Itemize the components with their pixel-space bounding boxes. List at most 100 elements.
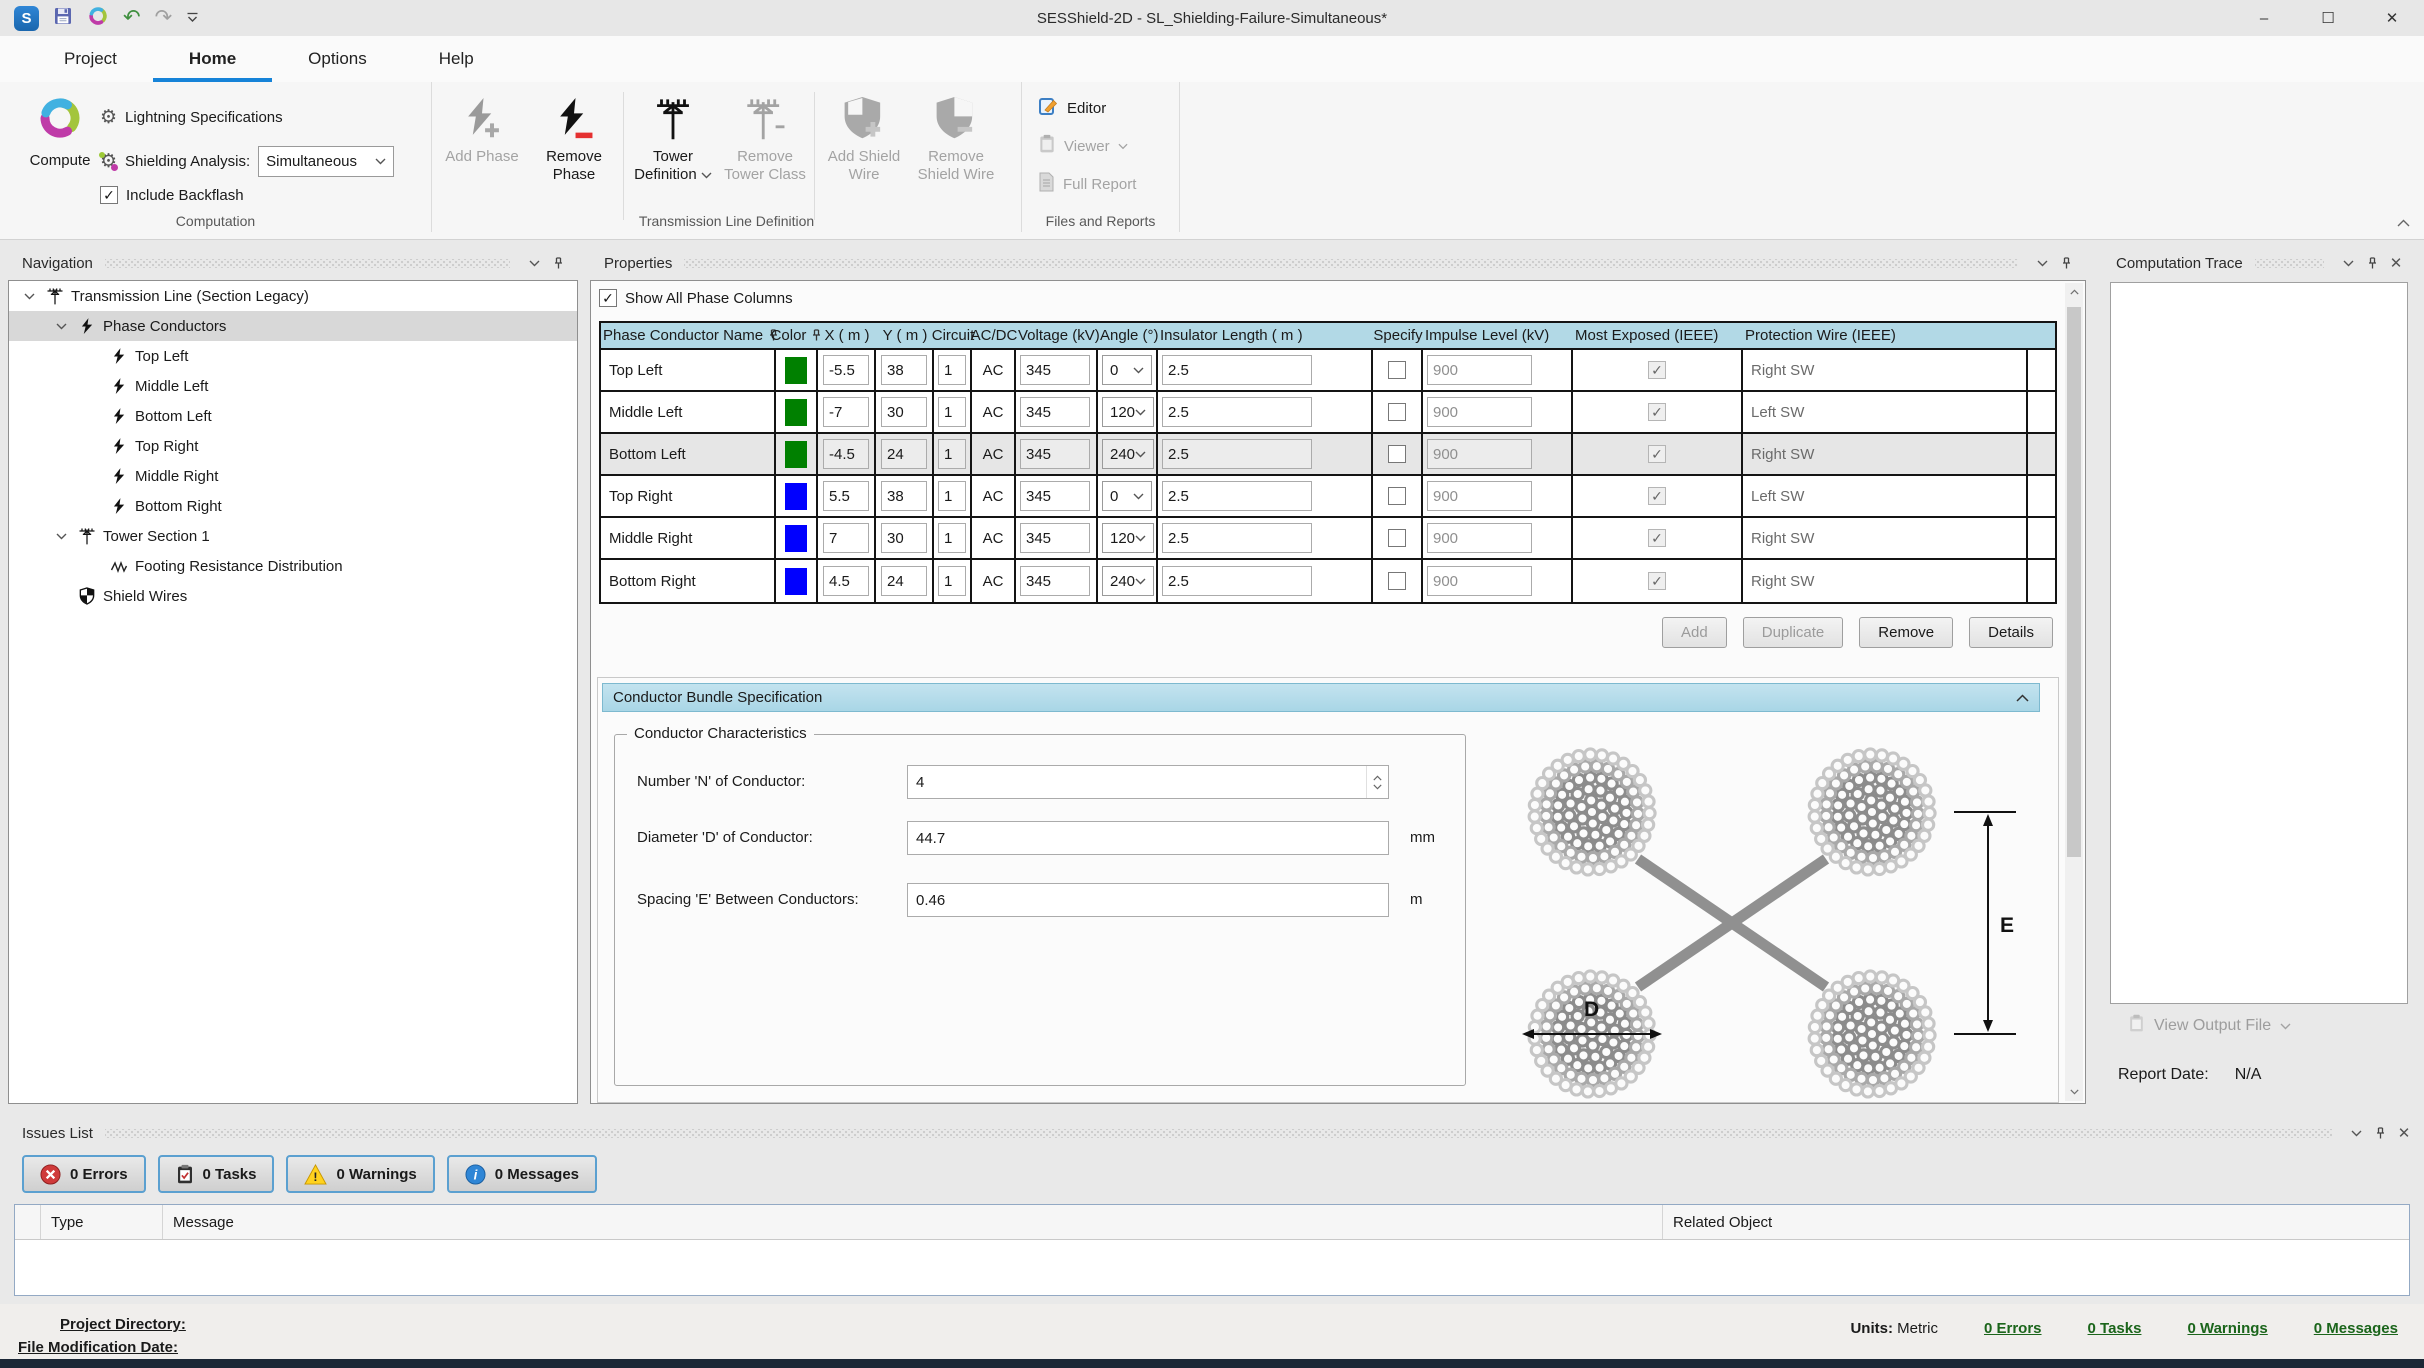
compute-button[interactable]: Compute <box>18 94 102 169</box>
phase-row-bottom-right[interactable]: Bottom RightAC240Right SW <box>601 560 2055 602</box>
customize-toolbar-icon[interactable] <box>186 10 199 27</box>
duplicate-button[interactable]: Duplicate <box>1743 617 1844 648</box>
specify-checkbox[interactable] <box>1388 529 1406 547</box>
add-phase-button[interactable]: Add Phase <box>436 88 528 166</box>
column-header-most-exposed-ieee[interactable]: Most Exposed (IEEE) <box>1573 323 1743 348</box>
column-header-x-m[interactable]: X ( m ) <box>818 323 876 348</box>
column-header-color[interactable]: Color <box>776 323 818 348</box>
insulator-length-input[interactable] <box>1162 439 1312 469</box>
color-swatch[interactable] <box>785 483 807 510</box>
project-directory-label[interactable]: Project Directory: <box>60 1316 186 1333</box>
tower-definition-button[interactable]: Tower Definition <box>627 88 719 184</box>
show-all-phase-columns-checkbox[interactable] <box>599 289 617 307</box>
tasks-filter-button[interactable]: 0 Tasks <box>158 1155 275 1193</box>
tree-item-shield-wires[interactable]: Shield Wires <box>9 581 577 611</box>
color-swatch[interactable] <box>785 357 807 384</box>
tab-project[interactable]: Project <box>28 36 153 82</box>
insulator-length-input[interactable] <box>1162 355 1312 385</box>
panel-menu-chevron-icon[interactable] <box>2030 251 2054 275</box>
insulator-length-input[interactable] <box>1162 481 1312 511</box>
redo-icon[interactable]: ↷ <box>155 8 173 28</box>
full-report-button[interactable]: Full Report <box>1038 172 1136 196</box>
spinner-down-icon[interactable] <box>1373 784 1382 790</box>
scroll-up-icon[interactable] <box>2065 283 2083 301</box>
save-icon[interactable] <box>53 6 73 30</box>
column-header-angle[interactable]: Angle (°) <box>1098 323 1158 348</box>
column-header-impulse-level-kv[interactable]: Impulse Level (kV) <box>1423 323 1573 348</box>
tree-item-transmission-line-section-legacy[interactable]: Transmission Line (Section Legacy) <box>9 281 577 311</box>
scroll-down-icon[interactable] <box>2065 1083 2083 1101</box>
tree-item-phase-conductors[interactable]: Phase Conductors <box>9 311 577 341</box>
add-shield-wire-button[interactable]: Add Shield Wire <box>818 88 910 184</box>
status-messages-link[interactable]: 0 Messages <box>2314 1320 2398 1337</box>
x-input[interactable] <box>823 523 869 553</box>
expander-chevron-icon[interactable] <box>17 293 41 300</box>
maximize-button[interactable]: ☐ <box>2296 0 2360 36</box>
column-header-insulator-length-m[interactable]: Insulator Length ( m ) <box>1158 323 1373 348</box>
panel-menu-chevron-icon[interactable] <box>2336 251 2360 275</box>
tree-item-top-left[interactable]: Top Left <box>9 341 577 371</box>
warnings-filter-button[interactable]: ! 0 Warnings <box>286 1155 434 1193</box>
angle-select[interactable]: 0 <box>1102 481 1152 511</box>
circuit-input[interactable] <box>938 439 966 469</box>
issues-column-related-object[interactable]: Related Object <box>1663 1205 2409 1239</box>
phase-row-middle-right[interactable]: Middle RightAC120Right SW <box>601 518 2055 560</box>
tree-item-footing-resistance-distribution[interactable]: Footing Resistance Distribution <box>9 551 577 581</box>
y-input[interactable] <box>881 566 927 596</box>
close-button[interactable]: ✕ <box>2360 0 2424 36</box>
voltage-input[interactable] <box>1020 355 1090 385</box>
voltage-input[interactable] <box>1020 439 1090 469</box>
column-header-phase-conductor-name[interactable]: Phase Conductor Name <box>601 323 776 348</box>
pin-icon[interactable] <box>2368 1121 2392 1145</box>
errors-filter-button[interactable]: 0 Errors <box>22 1155 146 1193</box>
close-panel-icon[interactable]: ✕ <box>2392 1121 2416 1145</box>
column-header-protection-wire-ieee[interactable]: Protection Wire (IEEE) <box>1743 323 2028 348</box>
add-button[interactable]: Add <box>1662 617 1727 648</box>
column-header-blank[interactable] <box>2028 323 2055 348</box>
status-errors-link[interactable]: 0 Errors <box>1984 1320 2042 1337</box>
pin-icon[interactable] <box>546 251 570 275</box>
angle-select[interactable]: 120 <box>1102 397 1154 427</box>
details-button[interactable]: Details <box>1969 617 2053 648</box>
expander-chevron-icon[interactable] <box>49 323 73 330</box>
voltage-input[interactable] <box>1020 481 1090 511</box>
column-header-ac-dc[interactable]: AC/DC <box>972 323 1016 348</box>
column-header-y-m[interactable]: Y ( m ) <box>876 323 934 348</box>
y-input[interactable] <box>881 481 927 511</box>
y-input[interactable] <box>881 439 927 469</box>
voltage-input[interactable] <box>1020 523 1090 553</box>
diameter-d-input[interactable] <box>907 821 1389 855</box>
y-input[interactable] <box>881 355 927 385</box>
expander-chevron-icon[interactable] <box>49 533 73 540</box>
tree-item-top-right[interactable]: Top Right <box>9 431 577 461</box>
undo-icon[interactable]: ↶ <box>123 8 141 28</box>
specify-checkbox[interactable] <box>1388 572 1406 590</box>
properties-scrollbar[interactable] <box>2065 283 2083 1101</box>
tab-home[interactable]: Home <box>153 36 272 82</box>
column-header-specify[interactable]: Specify <box>1373 323 1423 348</box>
pin-icon[interactable] <box>2360 251 2384 275</box>
tree-item-middle-right[interactable]: Middle Right <box>9 461 577 491</box>
voltage-input[interactable] <box>1020 566 1090 596</box>
circuit-input[interactable] <box>938 523 966 553</box>
view-output-file-button[interactable]: View Output File <box>2128 1014 2291 1038</box>
tree-item-middle-left[interactable]: Middle Left <box>9 371 577 401</box>
insulator-length-input[interactable] <box>1162 397 1312 427</box>
remove-button[interactable]: Remove <box>1859 617 1953 648</box>
circuit-input[interactable] <box>938 355 966 385</box>
angle-select[interactable]: 120 <box>1102 523 1154 553</box>
angle-select[interactable]: 0 <box>1102 355 1152 385</box>
circuit-input[interactable] <box>938 481 966 511</box>
color-swatch[interactable] <box>785 568 807 595</box>
color-swatch[interactable] <box>785 525 807 552</box>
refresh-rings-icon[interactable] <box>87 5 109 31</box>
x-input[interactable] <box>823 481 869 511</box>
panel-menu-chevron-icon[interactable] <box>2344 1121 2368 1145</box>
status-tasks-link[interactable]: 0 Tasks <box>2088 1320 2142 1337</box>
number-n-stepper[interactable] <box>907 765 1389 799</box>
x-input[interactable] <box>823 566 869 596</box>
specify-checkbox[interactable] <box>1388 403 1406 421</box>
lightning-specifications-button[interactable]: Lightning Specifications <box>125 109 283 126</box>
messages-filter-button[interactable]: i 0 Messages <box>447 1155 597 1193</box>
tab-options[interactable]: Options <box>272 36 403 82</box>
